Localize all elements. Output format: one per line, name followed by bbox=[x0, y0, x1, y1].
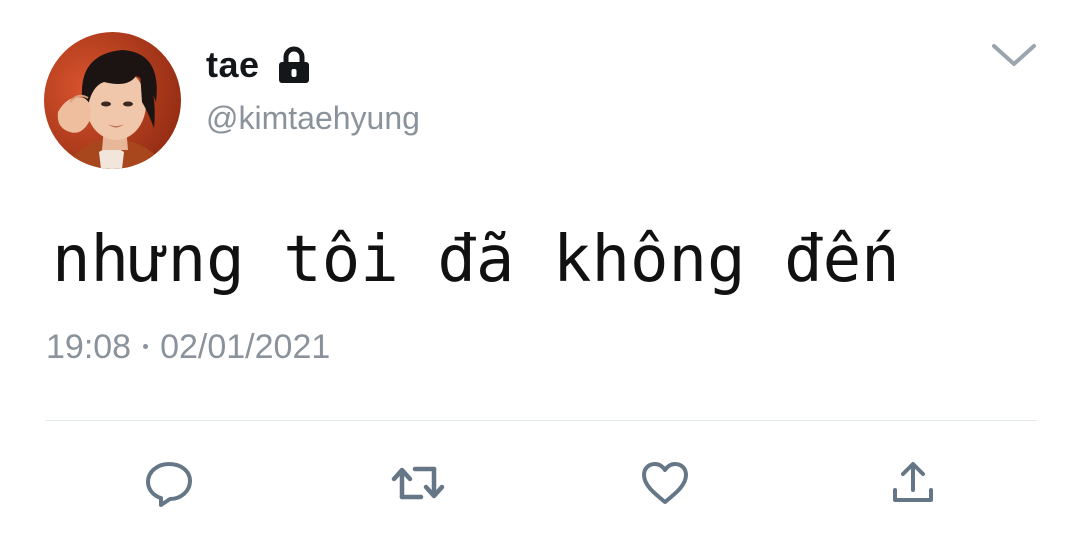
like-button[interactable] bbox=[638, 458, 692, 508]
retweet-button[interactable] bbox=[388, 458, 448, 508]
author-row: tae bbox=[206, 40, 312, 90]
share-button[interactable] bbox=[886, 458, 940, 508]
tweet-text: nhưng tôi đã không đến bbox=[52, 223, 900, 297]
separator-dot bbox=[143, 343, 149, 349]
tweet-time: 19:08 bbox=[46, 328, 132, 366]
tweet-timestamp[interactable]: 19:08 02/01/2021 bbox=[46, 328, 330, 367]
lock-icon bbox=[276, 45, 312, 85]
divider bbox=[46, 420, 1036, 421]
author-handle[interactable]: @kimtaehyung bbox=[206, 100, 420, 137]
chevron-down-icon[interactable] bbox=[990, 40, 1038, 70]
avatar[interactable] bbox=[44, 32, 181, 169]
display-name[interactable]: tae bbox=[206, 44, 260, 86]
tweet-date: 02/01/2021 bbox=[160, 328, 331, 366]
reply-button[interactable] bbox=[142, 458, 196, 508]
heart-icon bbox=[640, 460, 690, 506]
share-icon bbox=[889, 460, 937, 506]
reply-icon bbox=[144, 458, 194, 508]
tweet-card: tae @kimtaehyung nhưng tôi đã không đến … bbox=[0, 0, 1080, 547]
retweet-icon bbox=[389, 461, 447, 505]
